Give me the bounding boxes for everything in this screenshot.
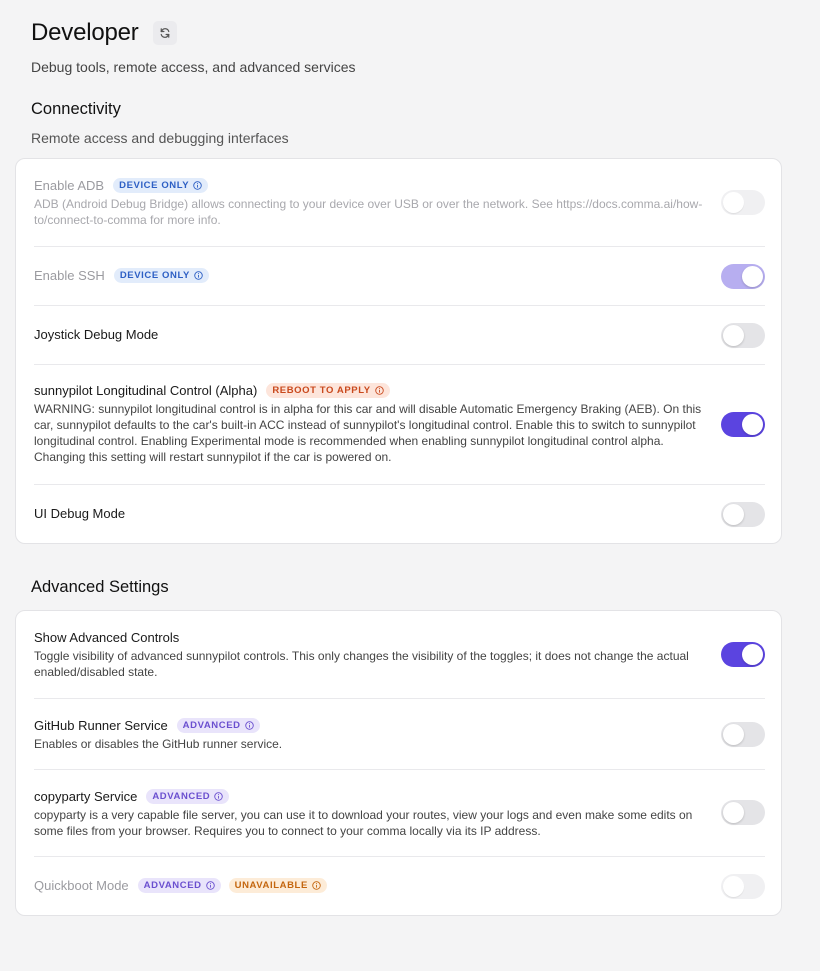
info-icon bbox=[193, 181, 202, 190]
info-icon bbox=[214, 792, 223, 801]
info-icon bbox=[374, 386, 384, 395]
show-advanced-toggle[interactable] bbox=[721, 642, 765, 667]
device-only-badge: DEVICE ONLY bbox=[113, 178, 209, 193]
setting-title: UI Debug Mode bbox=[34, 506, 126, 521]
advanced-settings-card: Show Advanced Controls Toggle visibility… bbox=[15, 610, 782, 916]
setting-title: Joystick Debug Mode bbox=[34, 327, 159, 342]
toggle-knob bbox=[742, 266, 763, 287]
setting-description: ADB (Android Debug Bridge) allows connec… bbox=[34, 197, 703, 227]
refresh-button[interactable] bbox=[152, 21, 177, 45]
enable-adb-toggle bbox=[721, 190, 765, 215]
setting-description: Enables or disables the GitHub runner se… bbox=[34, 737, 283, 751]
advanced-badge: ADVANCED bbox=[176, 718, 260, 733]
advanced-badge: ADVANCED bbox=[146, 789, 230, 804]
reboot-to-apply-badge: REBOOT TO APPLY bbox=[266, 383, 390, 398]
section-title-advanced: Advanced Settings bbox=[31, 578, 169, 596]
page-subtitle: Debug tools, remote access, and advanced… bbox=[31, 59, 356, 75]
joystick-debug-toggle[interactable] bbox=[721, 323, 765, 348]
longitudinal-control-toggle[interactable] bbox=[721, 412, 765, 437]
setting-description: Toggle visibility of advanced sunnypilot… bbox=[34, 649, 689, 679]
info-icon bbox=[244, 721, 254, 730]
refresh-icon bbox=[160, 28, 169, 38]
setting-row-longitudinal-control: sunnypilot Longitudinal Control (Alpha) … bbox=[34, 365, 765, 485]
ui-debug-toggle[interactable] bbox=[721, 502, 765, 527]
setting-row-ui-debug: UI Debug Mode bbox=[34, 485, 765, 543]
github-runner-toggle[interactable] bbox=[721, 722, 765, 747]
setting-row-github-runner: GitHub Runner Service ADVANCED Enables o… bbox=[34, 699, 765, 770]
info-icon bbox=[194, 271, 203, 280]
copyparty-toggle[interactable] bbox=[721, 800, 765, 825]
connectivity-card: Enable ADB DEVICE ONLY ADB (Android Debu… bbox=[15, 158, 782, 544]
toggle-knob bbox=[742, 414, 763, 435]
toggle-knob bbox=[723, 192, 744, 213]
enable-ssh-toggle bbox=[721, 264, 765, 289]
setting-title: sunnypilot Longitudinal Control (Alpha) bbox=[34, 383, 258, 398]
advanced-badge: ADVANCED bbox=[137, 878, 221, 893]
section-title-connectivity: Connectivity bbox=[31, 100, 121, 118]
toggle-knob bbox=[723, 802, 744, 823]
setting-title: copyparty Service bbox=[34, 789, 138, 804]
setting-row-copyparty: copyparty Service ADVANCED copyparty is … bbox=[34, 770, 765, 857]
setting-row-joystick-debug: Joystick Debug Mode bbox=[34, 306, 765, 365]
setting-row-quickboot: Quickboot Mode ADVANCED UNAVAILABLE bbox=[34, 857, 765, 915]
info-icon bbox=[205, 881, 215, 890]
setting-title: Quickboot Mode bbox=[34, 878, 129, 893]
toggle-knob bbox=[723, 724, 744, 745]
toggle-knob bbox=[723, 325, 744, 346]
setting-row-show-advanced: Show Advanced Controls Toggle visibility… bbox=[34, 611, 765, 699]
toggle-knob bbox=[723, 504, 744, 525]
toggle-knob bbox=[723, 876, 744, 897]
quickboot-toggle bbox=[721, 874, 765, 899]
section-subtitle-connectivity: Remote access and debugging interfaces bbox=[31, 130, 289, 146]
device-only-badge: DEVICE ONLY bbox=[113, 268, 209, 283]
page-title: Developer bbox=[31, 19, 139, 46]
toggle-knob bbox=[742, 644, 763, 665]
setting-description: copyparty is a very capable file server,… bbox=[34, 808, 693, 838]
developer-page: Developer Debug tools, remote access, an… bbox=[0, 16, 820, 146]
setting-row-enable-adb: Enable ADB DEVICE ONLY ADB (Android Debu… bbox=[34, 159, 765, 247]
setting-title: GitHub Runner Service bbox=[34, 718, 168, 733]
setting-row-enable-ssh: Enable SSH DEVICE ONLY bbox=[34, 247, 765, 306]
setting-title: Show Advanced Controls bbox=[34, 630, 180, 645]
page-header: Developer bbox=[31, 16, 820, 50]
setting-description: WARNING: sunnypilot longitudinal control… bbox=[34, 402, 702, 464]
unavailable-badge: UNAVAILABLE bbox=[228, 878, 327, 893]
setting-title: Enable SSH bbox=[34, 268, 105, 283]
setting-title: Enable ADB bbox=[34, 178, 105, 193]
info-icon bbox=[312, 881, 321, 890]
